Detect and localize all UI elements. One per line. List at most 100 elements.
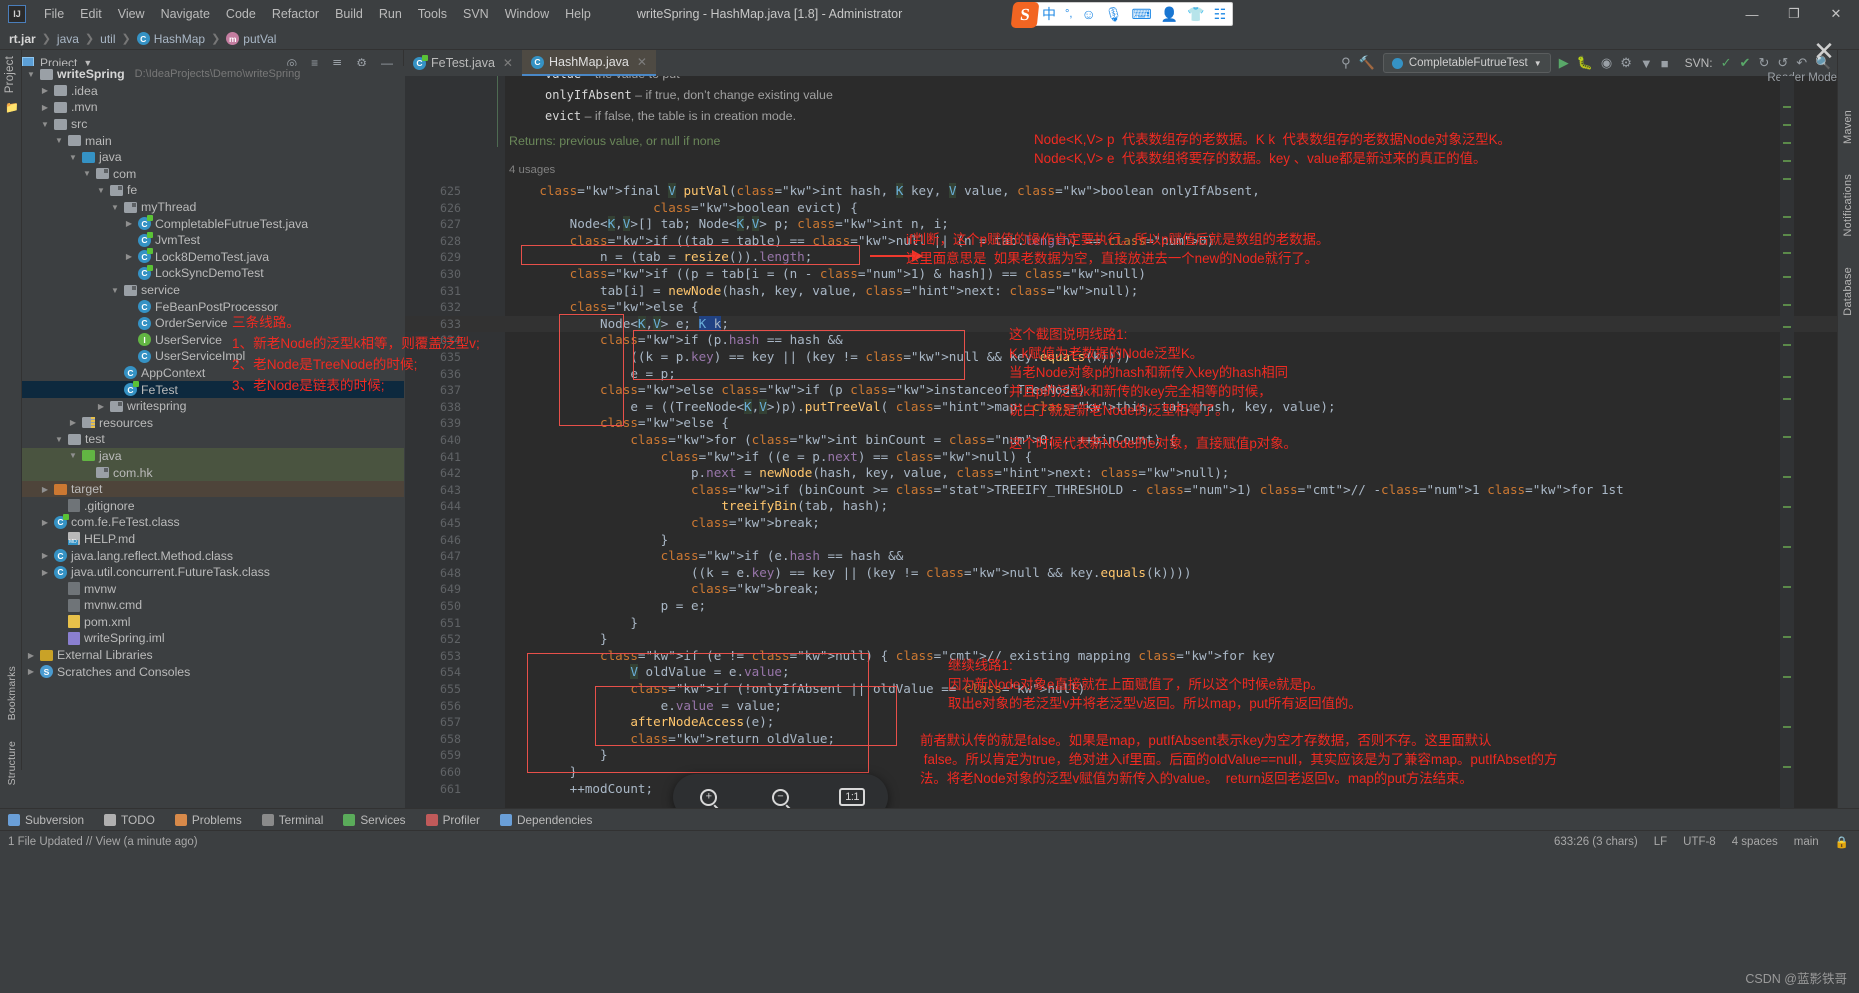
svn-commit-icon[interactable]: ✔ bbox=[1740, 55, 1751, 71]
chevron-right-icon[interactable]: ▶ bbox=[124, 252, 134, 261]
close-button[interactable]: ✕ bbox=[1815, 1, 1857, 27]
menu-tools[interactable]: Tools bbox=[410, 5, 455, 23]
ime-voice-icon[interactable]: 🎙 bbox=[1105, 7, 1123, 21]
chevron-right-icon[interactable]: ▶ bbox=[40, 103, 50, 112]
chevron-down-icon[interactable]: ▼ bbox=[68, 451, 78, 460]
tool-button-profiler[interactable]: Profiler bbox=[425, 813, 480, 827]
code-line[interactable]: p.next = newNode(hash, key, value, class… bbox=[509, 465, 1229, 482]
folder-icon[interactable]: 📁 bbox=[5, 101, 21, 114]
sidebar-tab-maven[interactable]: Maven bbox=[1842, 110, 1854, 144]
code-line[interactable]: class="kw">if (p.hash == hash && bbox=[509, 332, 843, 349]
chevron-down-icon[interactable]: ▼ bbox=[82, 169, 92, 178]
chevron-right-icon[interactable]: ▶ bbox=[40, 518, 50, 527]
tree-item[interactable]: ▶ target bbox=[22, 480, 404, 498]
stop-icon[interactable]: ■ bbox=[1661, 56, 1669, 71]
close-icon[interactable]: ✕ bbox=[503, 56, 513, 70]
code-line[interactable]: e.value = value; bbox=[509, 698, 782, 715]
code-line[interactable]: class="kw">else { bbox=[509, 415, 729, 432]
chevron-down-icon[interactable]: ▼ bbox=[54, 136, 64, 145]
tool-button-terminal[interactable]: Terminal bbox=[261, 813, 323, 827]
run-icon[interactable]: ▶ bbox=[1559, 55, 1569, 71]
tree-item[interactable]: C JvmTest bbox=[22, 231, 404, 249]
code-line[interactable]: } bbox=[509, 764, 578, 781]
debug-icon[interactable]: 🐛 bbox=[1577, 55, 1593, 71]
code-line[interactable]: class="kw">else { bbox=[509, 299, 699, 316]
breadcrumb-item-jar[interactable]: rt.jar bbox=[6, 32, 39, 46]
reader-mode-label[interactable]: Reader Mode bbox=[1767, 72, 1837, 84]
ime-toolbox-icon[interactable]: ☷ bbox=[1214, 7, 1227, 21]
ime-emoji-icon[interactable]: ☺ bbox=[1081, 7, 1095, 21]
menu-edit[interactable]: Edit bbox=[72, 5, 110, 23]
tree-item[interactable]: ▶ External Libraries bbox=[22, 647, 404, 664]
tree-item[interactable]: ▶ Cjava.lang.reflect.Method.class bbox=[22, 547, 404, 564]
menu-navigate[interactable]: Navigate bbox=[153, 5, 218, 23]
tree-item[interactable]: ▼ myThread bbox=[22, 199, 404, 216]
line-separator[interactable]: LF bbox=[1654, 836, 1667, 848]
code-line[interactable]: class="kw">if (e.hash == hash && bbox=[509, 548, 904, 565]
menu-code[interactable]: Code bbox=[218, 5, 264, 23]
tab-fetest-java[interactable]: C FeTest.java ✕ bbox=[404, 50, 522, 76]
chevron-right-icon[interactable]: ▶ bbox=[68, 418, 78, 427]
code-line[interactable]: } bbox=[509, 615, 638, 632]
chevron-right-icon[interactable]: ▶ bbox=[26, 651, 36, 660]
tool-button-dependencies[interactable]: Dependencies bbox=[499, 813, 592, 827]
menu-help[interactable]: Help bbox=[557, 5, 599, 23]
tree-item[interactable]: ▼ com bbox=[22, 166, 404, 183]
undo-icon[interactable]: ↶ bbox=[1796, 55, 1807, 71]
code-line[interactable]: class="kw">final V putVal(class="kw">int… bbox=[509, 183, 1260, 200]
breadcrumb-item-class[interactable]: C HashMap bbox=[134, 32, 208, 46]
chevron-right-icon[interactable]: ▶ bbox=[40, 568, 50, 577]
code-line[interactable]: } bbox=[509, 631, 608, 648]
code-line[interactable]: class="kw">break; bbox=[509, 581, 820, 598]
search-everywhere-icon[interactable]: ⚲ bbox=[1341, 55, 1351, 71]
breadcrumb-item-method[interactable]: m putVal bbox=[223, 32, 279, 46]
ime-skin-icon[interactable]: 👕 bbox=[1187, 7, 1204, 21]
svn-revert-icon[interactable]: ↺ bbox=[1777, 55, 1788, 71]
code-line[interactable]: Node<K,V> e; K k; bbox=[509, 315, 729, 333]
tree-item[interactable]: ▶ resources bbox=[22, 414, 404, 431]
menu-refactor[interactable]: Refactor bbox=[264, 5, 327, 23]
tool-button-services[interactable]: Services bbox=[343, 813, 406, 827]
tool-button-subversion[interactable]: Subversion bbox=[8, 813, 84, 827]
tree-item[interactable]: ▼ main bbox=[22, 132, 404, 149]
code-line[interactable]: class="kw">return oldValue; bbox=[509, 731, 835, 748]
code-line[interactable]: class="kw">if ((e = p.next) == class="kw… bbox=[509, 449, 1033, 466]
code-line[interactable]: class="kw">else class="kw">if (p class="… bbox=[509, 382, 1085, 399]
tree-item[interactable]: ▼ service bbox=[22, 282, 404, 299]
chevron-right-icon[interactable]: ▶ bbox=[40, 86, 50, 95]
tree-item[interactable]: ▶ C CompletableFutrueTest.java bbox=[22, 215, 404, 232]
error-stripe[interactable] bbox=[1780, 76, 1794, 808]
code-line[interactable]: ((k = e.key) == key || (key != class="kw… bbox=[509, 565, 1191, 582]
minimize-button[interactable]: — bbox=[1731, 1, 1773, 27]
tree-item[interactable]: mvnw bbox=[22, 580, 404, 597]
code-line[interactable]: e = p; bbox=[509, 366, 676, 383]
chevron-down-icon[interactable]: ▼ bbox=[110, 286, 120, 295]
chevron-right-icon[interactable]: ▶ bbox=[40, 485, 50, 494]
tree-item[interactable]: C LockSyncDemoTest bbox=[22, 264, 404, 282]
tree-item[interactable]: ▼ java bbox=[22, 149, 404, 166]
code-line[interactable]: p = e; bbox=[509, 598, 707, 615]
menu-file[interactable]: File bbox=[36, 5, 72, 23]
code-line[interactable]: } bbox=[509, 747, 608, 764]
chevron-down-icon[interactable]: ▼ bbox=[96, 186, 106, 195]
more-icon[interactable]: ▼ bbox=[1640, 56, 1653, 71]
code-line[interactable]: class="kw">if (binCount >= class="stat">… bbox=[509, 482, 1624, 499]
code-line[interactable]: afterNodeAccess(e); bbox=[509, 714, 774, 731]
sidebar-tab-project[interactable]: Project bbox=[4, 56, 16, 93]
tree-item[interactable]: ▶ .idea bbox=[22, 83, 404, 100]
chevron-right-icon[interactable]: ▶ bbox=[26, 667, 36, 676]
tree-item[interactable]: ▼ java bbox=[22, 447, 404, 465]
code-line[interactable]: tab[i] = newNode(hash, key, value, class… bbox=[509, 283, 1138, 300]
sidebar-tab-database[interactable]: Database bbox=[1842, 267, 1854, 316]
chevron-down-icon[interactable]: ▼ bbox=[40, 120, 50, 129]
menu-window[interactable]: Window bbox=[497, 5, 557, 23]
menu-svn[interactable]: SVN bbox=[455, 5, 497, 23]
tree-item[interactable]: ▶ S Scratches and Consoles bbox=[22, 663, 404, 680]
code-line[interactable]: treeifyBin(tab, hash); bbox=[509, 498, 888, 515]
editor-close-icon[interactable]: ✕ bbox=[1809, 36, 1839, 66]
run-configuration-selector[interactable]: CompletableFutrueTest ▼ bbox=[1382, 53, 1551, 73]
sidebar-tab-structure[interactable]: Structure bbox=[6, 741, 18, 785]
indent-setting[interactable]: 4 spaces bbox=[1732, 836, 1778, 848]
tool-button-todo[interactable]: TODO bbox=[104, 813, 155, 827]
code-line[interactable]: Node<K,V>[] tab; Node<K,V> p; class="kw"… bbox=[509, 216, 949, 233]
